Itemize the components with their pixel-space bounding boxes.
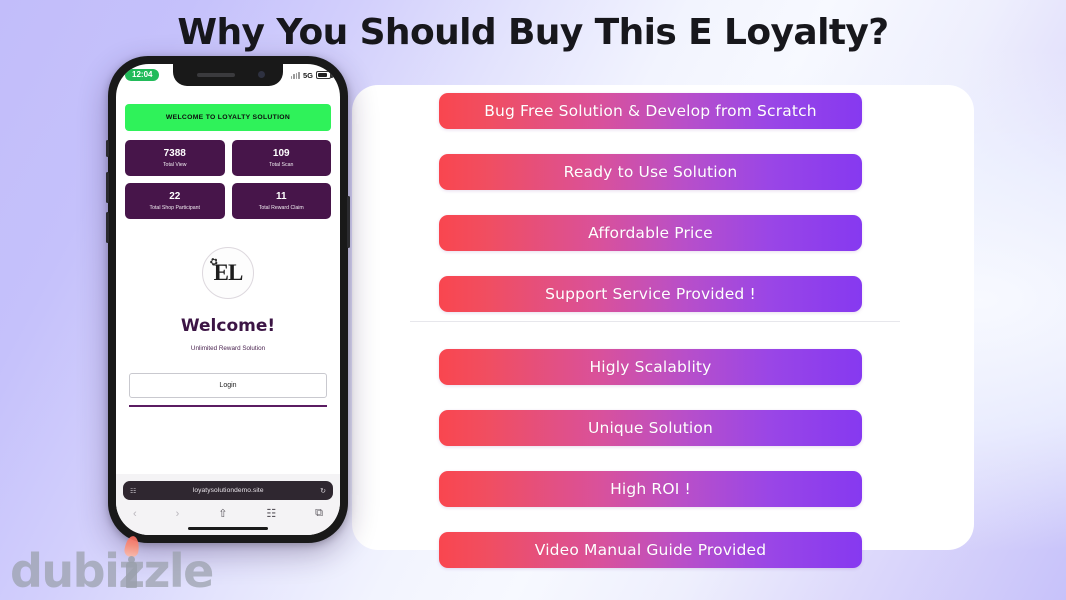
feature-item-5[interactable]: Higly Scalablity [439, 349, 862, 385]
dubizzle-wordmark: dubizzle [10, 544, 214, 598]
phone-status-bar: 12:04 5G [116, 64, 340, 86]
feature-item-3[interactable]: Affordable Price [439, 215, 862, 251]
stat-grid: 7388 Total View 109 Total Scan 22 Total … [125, 140, 331, 219]
dubizzle-watermark: dubizzle [10, 535, 214, 598]
stat-card-total-scan[interactable]: 109 Total Scan [231, 140, 331, 176]
phone-screen: 12:04 5G WELCOME TO LOYALTY SOLUTION 738… [116, 64, 340, 535]
login-button[interactable]: Login [129, 373, 327, 398]
feature-item-6[interactable]: Unique Solution [439, 410, 862, 446]
feature-item-8[interactable]: Video Manual Guide Provided [439, 532, 862, 568]
feature-item-4[interactable]: Support Service Provided ! [439, 276, 862, 312]
stat-card-total-view[interactable]: 7388 Total View [125, 140, 225, 176]
stat-value: 11 [275, 191, 287, 202]
brand-logo: ✿ EL [202, 247, 254, 299]
feature-item-2[interactable]: Ready to Use Solution [439, 154, 862, 190]
stat-card-total-shop-participant[interactable]: 22 Total Shop Participant [125, 183, 225, 219]
status-clock: 12:04 [125, 69, 160, 81]
phone-power-button[interactable] [347, 196, 350, 248]
reader-mode-icon[interactable]: ☷ [130, 487, 136, 495]
stat-value: 7388 [163, 148, 186, 159]
stat-label: Total Reward Claim [258, 205, 304, 211]
battery-icon [316, 71, 333, 79]
feature-list: Bug Free Solution & Develop from Scratch… [439, 93, 862, 568]
url-bar[interactable]: ☷ loyatysolutiondemo.site ↻ [123, 481, 333, 500]
phone-volume-down-button[interactable] [106, 212, 109, 243]
back-icon[interactable]: ‹ [133, 508, 137, 520]
stat-label: Total Scan [269, 162, 294, 168]
welcome-heading: Welcome! [180, 316, 276, 336]
stat-value: 22 [169, 191, 181, 202]
phone-mute-switch[interactable] [106, 140, 109, 157]
status-indicators: 5G [290, 70, 333, 80]
stat-card-total-reward-claim[interactable]: 11 Total Reward Claim [231, 183, 331, 219]
reload-icon[interactable]: ↻ [320, 487, 326, 495]
page-title: Why You Should Buy This E Loyalty? [177, 12, 889, 53]
home-indicator [188, 527, 268, 530]
network-type-label: 5G [302, 70, 313, 80]
phone-mockup: 12:04 5G WELCOME TO LOYALTY SOLUTION 738… [106, 56, 350, 543]
mobile-browser-bar: ☷ loyatysolutiondemo.site ↻ ‹ › ⇧ ☷ ⧉ [116, 474, 340, 535]
feature-item-1[interactable]: Bug Free Solution & Develop from Scratch [439, 93, 862, 129]
loyalty-app-page: WELCOME TO LOYALTY SOLUTION 7388 Total V… [116, 86, 340, 407]
stat-label: Total Shop Participant [149, 205, 200, 211]
flame-shape [123, 535, 141, 558]
forward-icon[interactable]: › [176, 508, 180, 520]
stat-value: 109 [272, 148, 290, 159]
welcome-subtitle: Unlimited Reward Solution [190, 345, 266, 352]
dubizzle-flame-icon [119, 535, 145, 588]
accent-rule [129, 405, 327, 407]
feature-item-7[interactable]: High ROI ! [439, 471, 862, 507]
person-body-shape [126, 562, 137, 588]
signal-bars-icon [290, 71, 300, 79]
welcome-banner: WELCOME TO LOYALTY SOLUTION [125, 104, 331, 131]
brand-logo-wrap: ✿ EL [125, 247, 331, 299]
url-text: loyatysolutiondemo.site [192, 487, 264, 494]
phone-volume-up-button[interactable] [106, 172, 109, 203]
bookmarks-icon[interactable]: ☷ [266, 507, 276, 520]
stat-label: Total View [162, 162, 187, 168]
tabs-icon[interactable]: ⧉ [315, 507, 323, 520]
share-icon[interactable]: ⇧ [218, 507, 227, 520]
browser-nav-row: ‹ › ⇧ ☷ ⧉ [123, 500, 333, 524]
